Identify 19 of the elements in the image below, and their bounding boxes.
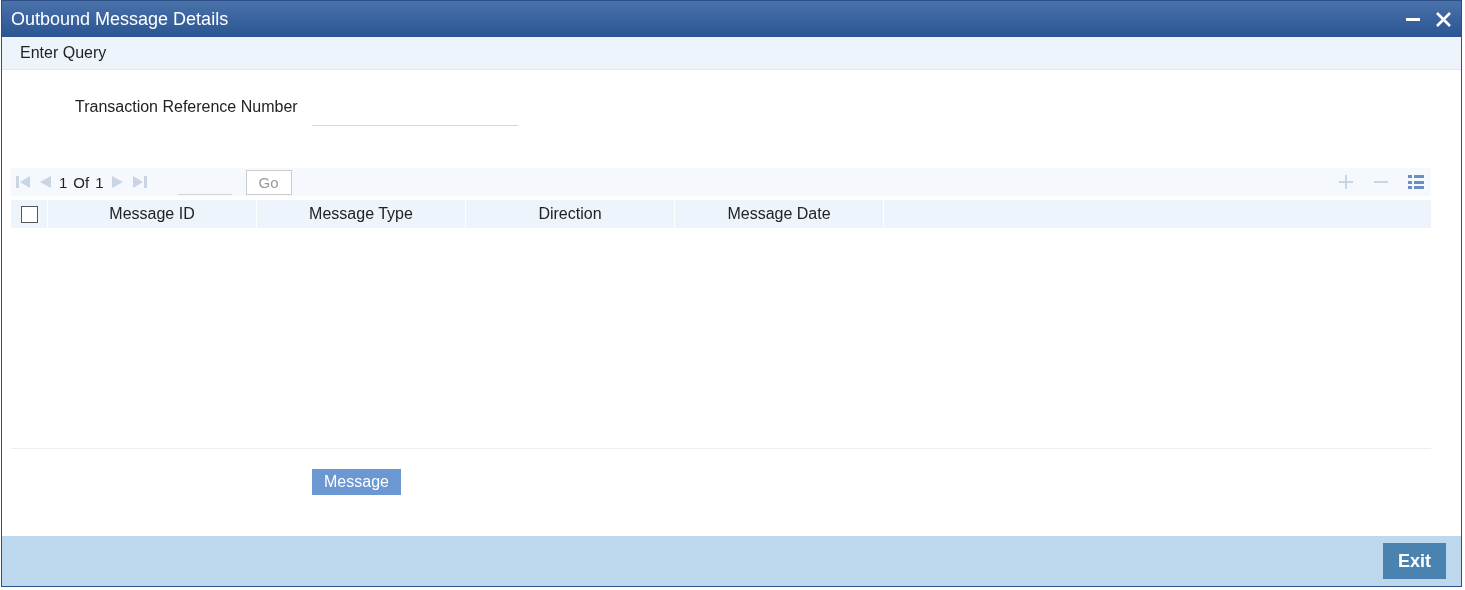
go-button[interactable]: Go xyxy=(245,169,292,195)
close-button[interactable] xyxy=(1436,11,1451,27)
minimize-icon[interactable] xyxy=(1406,17,1420,21)
select-all-checkbox[interactable] xyxy=(20,205,38,223)
column-header: Message Type xyxy=(257,200,466,228)
column-header: Message Date xyxy=(675,200,884,228)
last-page-icon[interactable] xyxy=(131,174,148,190)
field-label: Transaction Reference Number xyxy=(75,98,298,116)
window-title: Outbound Message Details xyxy=(11,8,230,30)
column-header: Message ID xyxy=(48,200,257,228)
page-total: 1 xyxy=(95,173,104,191)
first-page-icon[interactable] xyxy=(15,174,31,190)
page-number: 1 xyxy=(59,173,68,191)
page-of-label: Of xyxy=(73,173,90,191)
minus-icon[interactable] xyxy=(1374,181,1388,183)
column-header: Direction xyxy=(466,200,675,228)
message-button[interactable]: Message xyxy=(312,469,401,495)
exit-button[interactable]: Exit xyxy=(1383,543,1446,579)
toolbar-item[interactable]: Enter Query xyxy=(20,44,107,62)
